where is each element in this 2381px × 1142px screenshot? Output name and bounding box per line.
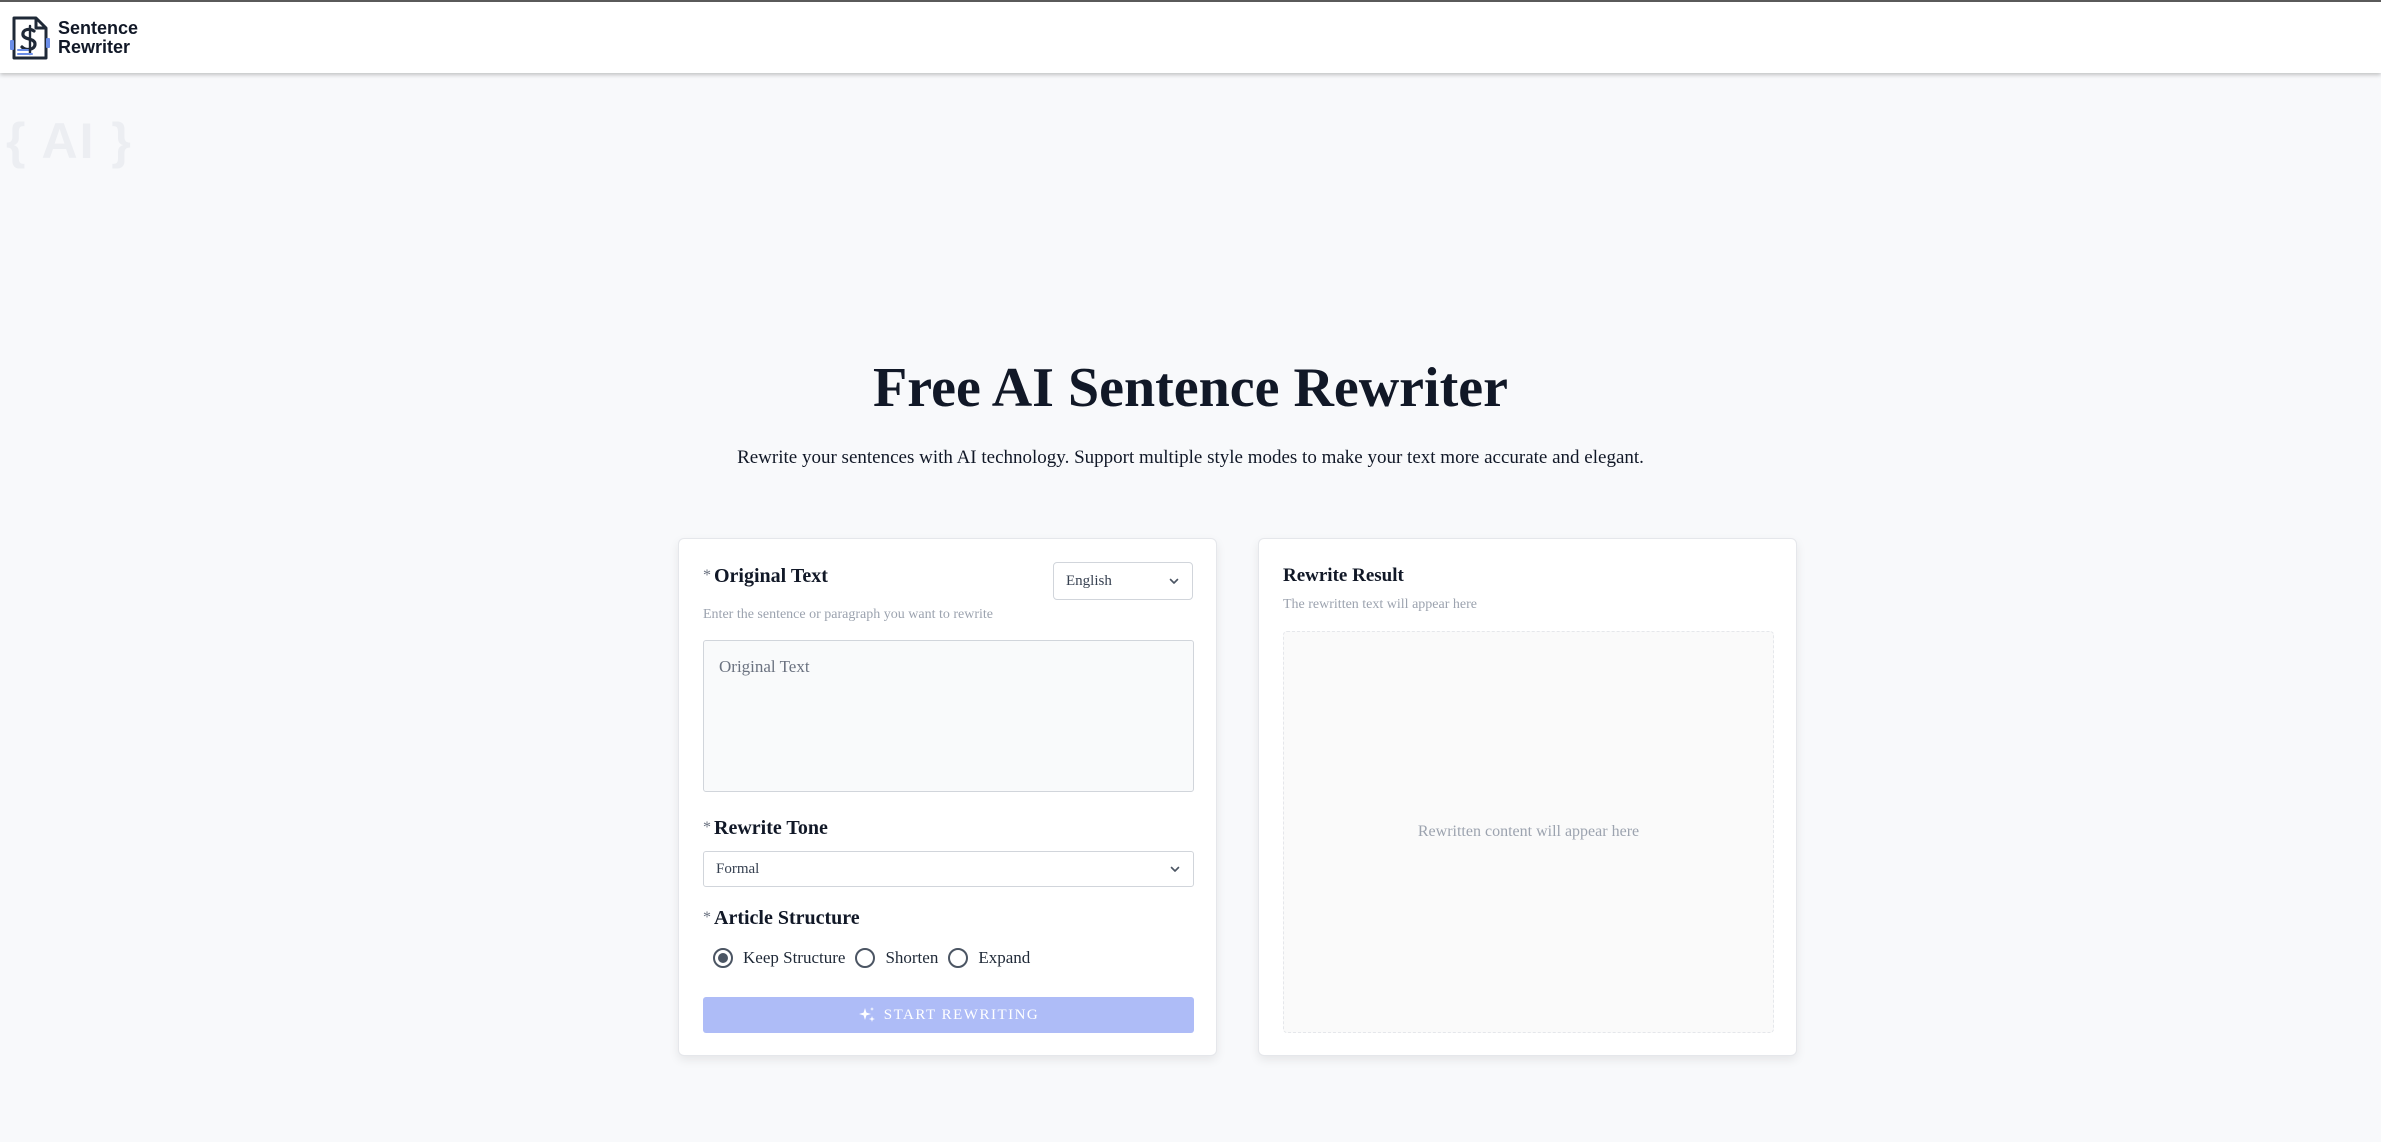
radio-button[interactable] — [948, 948, 969, 968]
radio-label: Expand — [978, 948, 1031, 967]
radio-label: Keep Structure — [743, 948, 846, 967]
page-title: Free AI Sentence Rewriter — [873, 357, 1508, 419]
rewrite-form-card: * Original Text English Enter the sentenc… — [678, 538, 1217, 1056]
chevron-down-icon — [1170, 866, 1180, 872]
ai-watermark: { AI } — [6, 113, 133, 169]
original-text-hint: Enter the sentence or paragraph you want… — [703, 607, 993, 622]
structure-radio-group: Keep Structure Shorten Expand — [713, 948, 1030, 968]
page-subtitle: Rewrite your sentences with AI technolog… — [737, 447, 1644, 468]
original-text-label: * Original Text — [703, 565, 828, 587]
top-navbar: Sentence Rewriter — [0, 0, 2381, 73]
logo-text: Sentence Rewriter — [58, 19, 138, 57]
article-structure-label: * Article Structure — [703, 907, 860, 929]
tone-selected-value: Formal — [716, 860, 760, 877]
rewrite-result-label: Rewrite Result — [1283, 565, 1404, 586]
required-marker: * — [703, 819, 711, 836]
rewrite-result-output[interactable]: Rewritten content will appear here — [1283, 631, 1774, 1033]
required-marker: * — [703, 567, 711, 584]
result-placeholder: Rewritten content will appear here — [1417, 823, 1640, 840]
radio-expand[interactable]: Expand — [948, 948, 1030, 968]
rewrite-tone-label: * Rewrite Tone — [703, 817, 828, 839]
rewrite-result-hint: The rewritten text will appear here — [1283, 597, 1477, 612]
original-text-input[interactable]: Original Text — [703, 640, 1194, 792]
logo[interactable]: Sentence Rewriter — [8, 14, 138, 62]
start-button-label: START REWRITING — [883, 1006, 1040, 1023]
language-select[interactable]: English — [1053, 562, 1193, 600]
logo-line-2: Rewriter — [58, 37, 131, 57]
radio-label: Shorten — [885, 948, 939, 967]
sparkle-icon — [858, 1007, 875, 1022]
rewrite-tone-select[interactable]: Formal — [703, 851, 1194, 887]
original-text-placeholder: Original Text — [719, 657, 810, 676]
logo-line-1: Sentence — [58, 18, 139, 38]
language-selected-value: English — [1066, 572, 1112, 589]
required-marker: * — [703, 909, 711, 926]
document-s-icon — [10, 16, 50, 60]
rewrite-result-card: Rewrite Result The rewritten text will a… — [1258, 538, 1797, 1056]
radio-keep-structure[interactable]: Keep Structure — [713, 948, 845, 968]
radio-button[interactable] — [855, 948, 876, 968]
chevron-down-icon — [1169, 578, 1179, 584]
radio-shorten[interactable]: Shorten — [855, 948, 938, 968]
start-rewriting-button[interactable]: START REWRITING — [703, 997, 1194, 1033]
radio-button-checked[interactable] — [713, 948, 733, 968]
